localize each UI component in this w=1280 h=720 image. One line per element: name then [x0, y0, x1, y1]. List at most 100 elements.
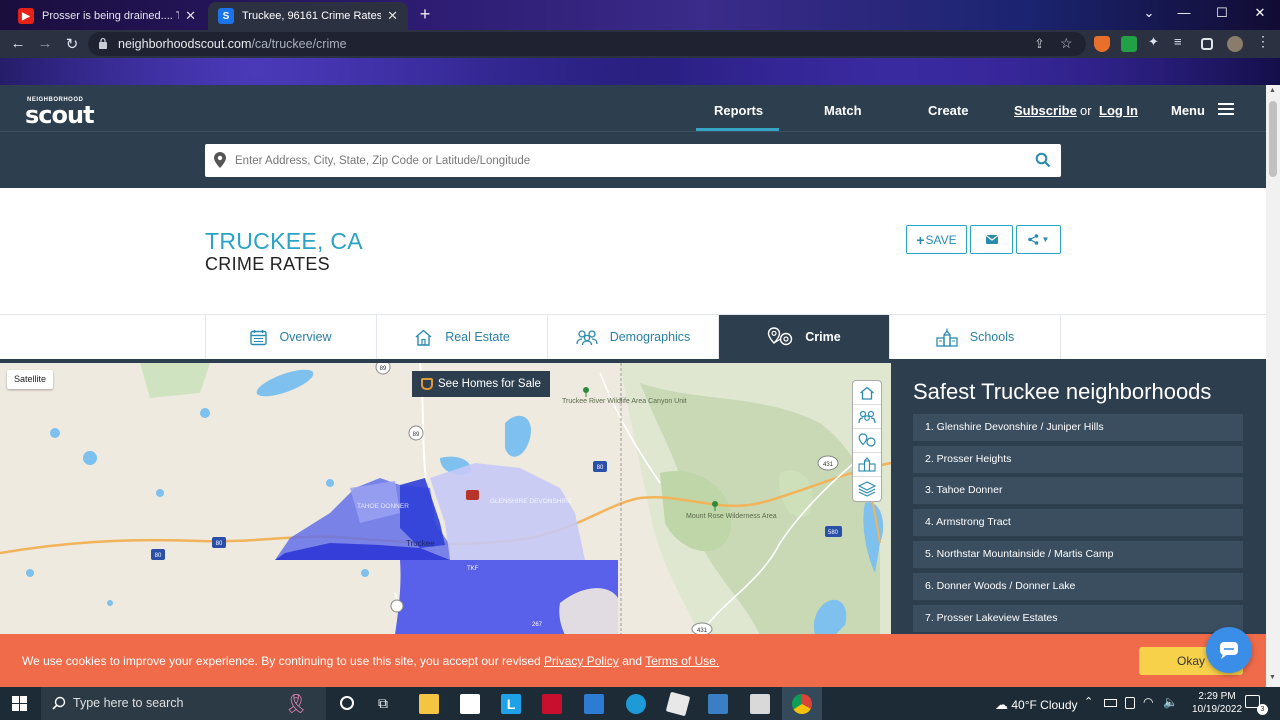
share-dropdown-button[interactable]: ▼	[1016, 225, 1061, 254]
lock-icon	[99, 37, 107, 49]
nav-login[interactable]: Log In	[1099, 103, 1138, 118]
browser-tab-truckee-crime[interactable]: S Truckee, 96161 Crime Rates and C ✕	[208, 2, 408, 30]
roblox-icon[interactable]	[665, 691, 691, 717]
neighborhoodscout-logo[interactable]: scout	[25, 101, 95, 129]
crime-map[interactable]: 89 89 80 80 80 431 431 580 267 Truckee T…	[0, 363, 891, 635]
nav-subscribe[interactable]: Subscribe	[1014, 103, 1077, 118]
privacy-policy-link[interactable]: Privacy Policy	[544, 654, 619, 668]
paint-icon[interactable]	[750, 694, 770, 714]
device-icon[interactable]	[1125, 697, 1135, 709]
tab-real-estate[interactable]: Real Estate	[377, 315, 548, 359]
wifi-icon[interactable]: ◠	[1143, 695, 1153, 709]
microsoft-store-icon[interactable]	[460, 694, 480, 714]
neighborhood-glenshire-zone	[430, 463, 585, 560]
map-layer-crime-button[interactable]	[853, 429, 881, 453]
address-search-input[interactable]	[235, 144, 1025, 177]
close-window-icon[interactable]: ✕	[1250, 5, 1270, 21]
site-header: NEIGHBORHOOD scout Reports Match Create …	[0, 85, 1266, 131]
pond	[107, 600, 113, 606]
windows-start-icon[interactable]	[12, 696, 27, 711]
forward-arrow-icon[interactable]: →	[36, 35, 54, 52]
svg-text:431: 431	[823, 462, 834, 468]
lake	[256, 369, 314, 397]
search-icon[interactable]	[1035, 152, 1051, 168]
back-arrow-icon[interactable]: ←	[9, 35, 27, 52]
share-icon[interactable]: ⇪	[1034, 36, 1045, 52]
brave-shield-icon[interactable]	[1094, 36, 1110, 52]
chat-widget-button[interactable]	[1206, 627, 1252, 673]
address-bar[interactable]: neighborhoodscout.com/ca/truckee/crime ⇪…	[88, 32, 1086, 56]
satellite-toggle-button[interactable]: Satellite	[7, 370, 54, 389]
pink-ribbon-icon: 🎗	[284, 694, 309, 715]
page-scrollbar[interactable]: ▲ ▼	[1266, 85, 1280, 687]
app-l-icon[interactable]: L	[501, 694, 521, 714]
svg-text:89: 89	[380, 366, 387, 372]
hamburger-menu-icon[interactable]	[1218, 103, 1234, 115]
save-button[interactable]: + SAVE	[906, 225, 967, 254]
reading-list-icon[interactable]: ≡	[1174, 34, 1190, 50]
interstate-580-shield: 580	[825, 526, 842, 537]
nav-create[interactable]: Create	[928, 103, 968, 118]
checkmark-extension-icon[interactable]	[1121, 36, 1137, 52]
map-layer-controls	[852, 380, 882, 502]
tab-crime[interactable]: Crime	[719, 315, 890, 359]
browser-tab-youtube[interactable]: ▶ Prosser is being drained.... Thank ✕	[8, 2, 206, 30]
nav-reports[interactable]: Reports	[714, 103, 763, 118]
system-clock[interactable]: 2:29 PM 10/19/2022	[1192, 690, 1242, 716]
volume-icon[interactable]: 🔈	[1163, 695, 1178, 709]
mcafee-icon[interactable]	[542, 694, 562, 714]
bookmark-star-icon[interactable]: ☆	[1060, 35, 1073, 52]
file-explorer-icon[interactable]	[419, 694, 439, 714]
map-label-wildlife-area: Truckee River Wildlife Area Canyon Unit	[562, 398, 687, 405]
profile-avatar[interactable]	[1227, 36, 1243, 52]
mail-icon[interactable]	[584, 694, 604, 714]
scroll-up-arrow-icon[interactable]: ▲	[1269, 87, 1276, 94]
maximize-icon[interactable]: ☐	[1212, 5, 1232, 21]
cookie-consent-bar: We use cookies to improve your experienc…	[0, 634, 1266, 687]
task-view-icon[interactable]: ⧉	[378, 695, 388, 712]
scroll-down-arrow-icon[interactable]: ▼	[1269, 674, 1276, 681]
tab-schools[interactable]: Schools	[890, 315, 1061, 359]
new-tab-plus-icon[interactable]: +	[416, 5, 434, 23]
map-layer-home-button[interactable]	[853, 381, 881, 405]
neighborhood-list-item[interactable]: 5. Northstar Mountainside / Martis Camp	[913, 541, 1243, 568]
map-layer-schools-button[interactable]	[853, 453, 881, 477]
browser-tab-strip: ▶ Prosser is being drained.... Thank ✕ S…	[0, 0, 1280, 30]
edge-browser-icon[interactable]	[626, 694, 646, 714]
battery-icon[interactable]	[1104, 699, 1117, 707]
map-layer-demographics-button[interactable]	[853, 405, 881, 429]
tab-search-chevron-icon[interactable]: ⌄	[1139, 5, 1159, 21]
pond	[50, 428, 60, 438]
tab-overview[interactable]: Overview	[206, 315, 377, 359]
chrome-browser-icon[interactable]	[792, 694, 812, 714]
email-button[interactable]	[970, 225, 1013, 254]
side-panel-icon[interactable]	[1201, 38, 1213, 50]
minimize-icon[interactable]: —	[1174, 5, 1194, 20]
tab-demographics[interactable]: Demographics	[548, 315, 719, 359]
neighborhood-list-item[interactable]: 7. Prosser Lakeview Estates	[913, 605, 1243, 632]
map-layers-stack-button[interactable]	[853, 477, 881, 501]
close-icon[interactable]: ✕	[387, 8, 398, 24]
scrollbar-thumb[interactable]	[1269, 101, 1277, 177]
neighborhood-list-item[interactable]: 6. Donner Woods / Donner Lake	[913, 573, 1243, 600]
neighborhood-list-item[interactable]: 2. Prosser Heights	[913, 446, 1243, 473]
weather-widget[interactable]: ☁ 40°F Cloudy	[995, 697, 1078, 713]
reload-icon[interactable]: ↻	[63, 35, 81, 53]
nav-match[interactable]: Match	[824, 103, 862, 118]
kebab-menu-icon[interactable]: ⋮	[1256, 33, 1272, 49]
photos-icon[interactable]	[708, 694, 728, 714]
map-label-glenshire: GLENSHIRE DEVONSHIRE	[490, 498, 573, 505]
notification-count-badge: 3	[1257, 704, 1268, 715]
cortana-circle-icon[interactable]	[340, 696, 354, 710]
terms-of-use-link[interactable]: Terms of Use.	[645, 654, 719, 668]
people-icon	[576, 329, 598, 345]
puzzle-extensions-icon[interactable]: ✦	[1148, 34, 1164, 50]
see-homes-for-sale-button[interactable]: See Homes for Sale	[412, 371, 550, 397]
neighborhood-list-item[interactable]: 4. Armstrong Tract	[913, 509, 1243, 536]
nav-menu[interactable]: Menu	[1171, 103, 1205, 118]
neighborhood-list-item[interactable]: 3. Tahoe Donner	[913, 477, 1243, 504]
tray-chevron-icon[interactable]: ⌃	[1084, 695, 1093, 708]
taskbar-search-box[interactable]: Type here to search 🎗	[41, 687, 326, 720]
close-icon[interactable]: ✕	[185, 8, 196, 24]
neighborhood-list-item[interactable]: 1. Glenshire Devonshire / Juniper Hills	[913, 414, 1243, 441]
